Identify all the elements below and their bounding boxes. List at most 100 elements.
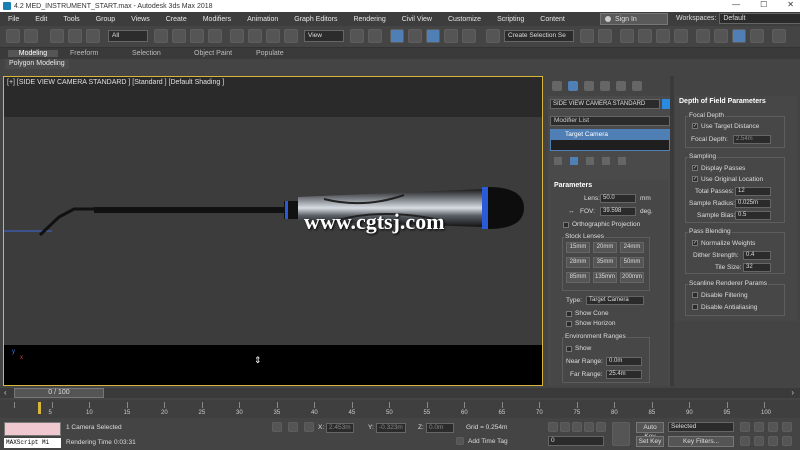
menu-customize[interactable]: Customize	[440, 16, 489, 23]
far-range-spinner[interactable]: 25.4m	[606, 370, 642, 379]
viewport-lower-area[interactable]: y x ⇕	[4, 345, 542, 385]
menu-group[interactable]: Group	[88, 16, 123, 23]
stack-item-target-camera[interactable]: Target Camera	[551, 130, 669, 140]
play-icon[interactable]	[572, 422, 582, 432]
align-icon[interactable]	[598, 29, 612, 43]
stock-lens-28mm[interactable]: 28mm	[566, 257, 590, 268]
window-crossing-icon[interactable]	[208, 29, 222, 43]
ribbon-tab-freeform[interactable]: Freeform	[70, 50, 120, 57]
render-setup-icon[interactable]	[714, 29, 728, 43]
modifier-list-dropdown[interactable]: Modifier List	[550, 116, 670, 126]
pivot-center-icon[interactable]	[350, 29, 364, 43]
menu-scripting[interactable]: Scripting	[489, 16, 532, 23]
edit-named-selection-icon[interactable]	[486, 29, 500, 43]
curve-editor-icon[interactable]	[656, 29, 670, 43]
stock-lens-24mm[interactable]: 24mm	[620, 242, 644, 253]
configure-sets-icon[interactable]	[618, 157, 626, 165]
menu-modifiers[interactable]: Modifiers	[195, 16, 239, 23]
maximize-viewport-icon[interactable]	[782, 436, 792, 446]
menu-civil-view[interactable]: Civil View	[394, 16, 440, 23]
sample-radius-spinner[interactable]: 0.025m	[735, 199, 771, 208]
add-time-tag-button[interactable]: Add Time Tag	[468, 438, 508, 445]
menu-animation[interactable]: Animation	[239, 16, 286, 23]
remove-modifier-icon[interactable]	[602, 157, 610, 165]
key-selection-dropdown[interactable]: Selected	[668, 422, 734, 432]
show-end-result-icon[interactable]	[570, 157, 578, 165]
redo-icon[interactable]	[24, 29, 38, 43]
maxscript-mini-listener[interactable]: MAXScript Mi	[4, 438, 61, 448]
mirror-icon[interactable]	[580, 29, 594, 43]
current-frame-field[interactable]: 0	[548, 436, 604, 446]
normalize-weights-checkbox[interactable]: ✓	[692, 240, 698, 246]
motion-tab-icon[interactable]	[600, 81, 610, 91]
pin-stack-icon[interactable]	[554, 157, 562, 165]
make-unique-icon[interactable]	[586, 157, 594, 165]
stock-lens-15mm[interactable]: 15mm	[566, 242, 590, 253]
menu-views[interactable]: Views	[123, 16, 158, 23]
dither-strength-spinner[interactable]: 0.4	[743, 251, 771, 260]
display-passes-checkbox[interactable]: ✓	[692, 165, 698, 171]
go-to-end-icon[interactable]	[596, 422, 606, 432]
show-horizon-checkbox[interactable]	[566, 321, 572, 327]
menu-graph-editors[interactable]: Graph Editors	[286, 16, 345, 23]
env-show-checkbox[interactable]	[566, 346, 572, 352]
menu-edit[interactable]: Edit	[27, 16, 55, 23]
key-filters-button[interactable]: Key Filters...	[668, 436, 734, 447]
time-tag-icon[interactable]	[456, 437, 464, 445]
previous-key-icon[interactable]	[560, 422, 570, 432]
modify-tab-icon[interactable]	[568, 81, 578, 91]
render-production-icon[interactable]	[750, 29, 764, 43]
rendered-frame-window-icon[interactable]	[732, 29, 746, 43]
angle-snap-icon[interactable]	[426, 29, 440, 43]
stock-lens-20mm[interactable]: 20mm	[593, 242, 617, 253]
select-object-icon[interactable]	[154, 29, 168, 43]
bind-spacewarp-icon[interactable]	[86, 29, 100, 43]
near-range-spinner[interactable]: 0.0m	[606, 357, 642, 366]
prev-frame-icon[interactable]: ‹	[4, 388, 7, 397]
dof-rollout-title[interactable]: Depth of Field Parameters	[675, 96, 797, 107]
next-key-icon[interactable]	[584, 422, 594, 432]
hierarchy-tab-icon[interactable]	[584, 81, 594, 91]
menu-rendering[interactable]: Rendering	[345, 16, 393, 23]
absolute-transform-icon[interactable]	[304, 422, 314, 432]
disable-antialiasing-checkbox[interactable]	[692, 304, 698, 310]
spinner-snap-icon[interactable]	[462, 29, 476, 43]
schematic-view-icon[interactable]	[674, 29, 688, 43]
focal-depth-spinner[interactable]: 2.54m	[733, 135, 771, 144]
display-tab-icon[interactable]	[616, 81, 626, 91]
unlink-icon[interactable]	[68, 29, 82, 43]
minimize-button[interactable]: —	[732, 0, 740, 9]
use-original-location-checkbox[interactable]: ✓	[692, 176, 698, 182]
maxscript-listener[interactable]	[4, 422, 61, 436]
scene-explorer-icon[interactable]	[620, 29, 634, 43]
set-key-icon[interactable]	[612, 422, 630, 446]
menu-create[interactable]: Create	[158, 16, 195, 23]
layer-explorer-icon[interactable]	[638, 29, 652, 43]
close-button[interactable]: ✕	[787, 0, 794, 9]
create-tab-icon[interactable]	[552, 81, 562, 91]
next-frame-icon[interactable]: ›	[791, 388, 794, 397]
menu-file[interactable]: File	[0, 16, 27, 23]
ribbon-tab-object-paint[interactable]: Object Paint	[194, 50, 244, 57]
command-panel-scrollbar[interactable]	[670, 76, 674, 386]
keyboard-shortcut-override-icon[interactable]	[390, 29, 404, 43]
percent-snap-icon[interactable]	[444, 29, 458, 43]
utilities-tab-icon[interactable]	[632, 81, 642, 91]
select-manipulate-icon[interactable]	[368, 29, 382, 43]
fov-direction-icon[interactable]: ↔	[568, 208, 575, 215]
show-cone-checkbox[interactable]	[566, 311, 572, 317]
ribbon-tab-populate[interactable]: Populate	[256, 50, 306, 57]
modifier-stack[interactable]: Target Camera	[550, 129, 670, 151]
x-coord-field[interactable]: 2.453m	[326, 423, 354, 433]
rotate-icon[interactable]	[248, 29, 262, 43]
ribbon-panel-polygon-modeling[interactable]: Polygon Modeling	[5, 59, 69, 69]
menu-tools[interactable]: Tools	[55, 16, 87, 23]
lens-spinner[interactable]: 50.0	[600, 194, 636, 203]
object-color-swatch[interactable]	[662, 99, 670, 109]
zoom-extents-icon[interactable]	[768, 422, 778, 432]
named-selection-dropdown[interactable]: Create Selection Se	[504, 30, 574, 42]
orbit-icon[interactable]	[768, 436, 778, 446]
orthographic-checkbox[interactable]	[563, 222, 569, 228]
fov-spinner[interactable]: 39.598	[600, 207, 636, 216]
zoom-icon[interactable]	[740, 422, 750, 432]
